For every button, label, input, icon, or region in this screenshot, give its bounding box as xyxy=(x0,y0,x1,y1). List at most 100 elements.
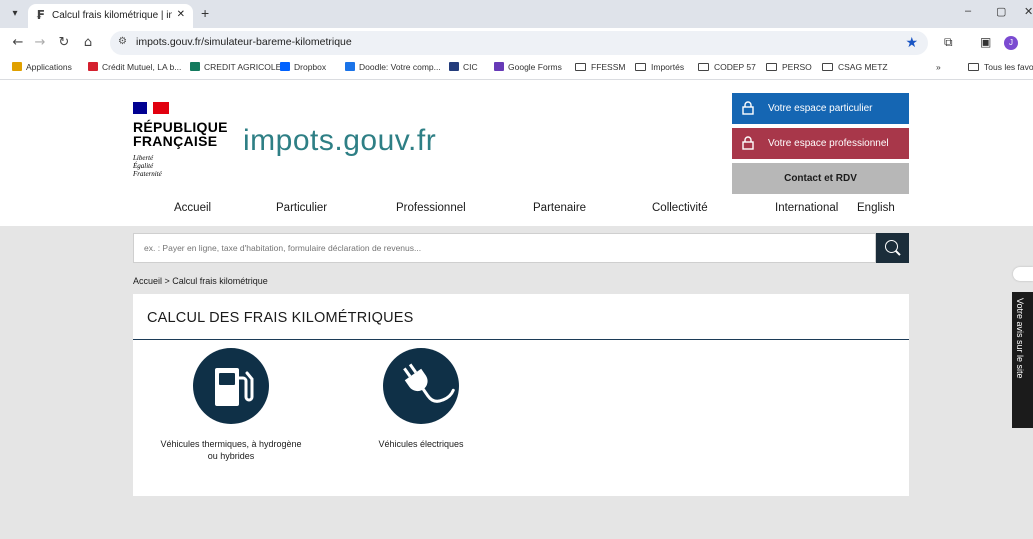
browser-tab-active[interactable]: ₣ Calcul frais kilométrique | impot ✕ xyxy=(28,4,193,28)
nav-english[interactable]: English xyxy=(857,202,895,214)
bookmark-item[interactable]: » xyxy=(936,62,941,72)
site-search xyxy=(133,233,909,263)
bookmark-label: CREDIT AGRICOLE xyxy=(204,62,282,72)
side-panel-icon[interactable]: ▣ xyxy=(980,35,991,49)
espace-particulier-button[interactable]: Votre espace particulier xyxy=(732,93,909,124)
bookmark-item[interactable]: CREDIT AGRICOLE xyxy=(190,62,281,72)
bookmark-label: Crédit Mutuel, LA b... xyxy=(102,62,182,72)
search-button[interactable] xyxy=(876,233,909,263)
lock-icon xyxy=(742,136,754,150)
folder-icon xyxy=(635,63,646,71)
bookmark-label: Doodle: Votre comp... xyxy=(359,62,441,72)
tab-title: Calcul frais kilométrique | impot xyxy=(52,10,172,21)
nav-international[interactable]: International xyxy=(775,202,838,214)
espace-particulier-label: Votre espace particulier xyxy=(768,103,873,114)
motto-liberte: Liberté xyxy=(133,154,154,162)
breadcrumb[interactable]: Accueil > Calcul frais kilométrique xyxy=(133,276,268,286)
bookmark-label: CODEP 57 xyxy=(714,62,756,72)
search-input[interactable] xyxy=(133,233,876,263)
bookmark-item[interactable]: Crédit Mutuel, LA b... xyxy=(88,62,181,72)
window-close-button[interactable]: ✕ xyxy=(1024,5,1033,18)
tab-close-icon[interactable]: ✕ xyxy=(177,9,185,20)
title-divider xyxy=(133,339,909,340)
folder-icon xyxy=(968,63,979,71)
bookmark-label: Tous les favoris xyxy=(984,62,1033,72)
bookmarks-bar: Applications Crédit Mutuel, LA b... CREDIT… xyxy=(0,58,1033,80)
bookmark-item[interactable]: Google Forms xyxy=(494,62,562,72)
bookmark-item[interactable]: PERSO xyxy=(766,62,812,72)
page-content: RÉPUBLIQUE FRANÇAISE Liberté Égalité Fra… xyxy=(0,80,1033,539)
folder-icon xyxy=(698,63,709,71)
address-bar[interactable]: ⚙ impots.gouv.fr/simulateur-bareme-kilom… xyxy=(110,31,928,55)
home-icon[interactable]: ⌂ xyxy=(80,35,96,50)
address-url[interactable]: impots.gouv.fr/simulateur-bareme-kilomet… xyxy=(136,36,352,48)
vehicule-thermique-label: Véhicules thermiques, à hydrogène ou hyb… xyxy=(133,438,329,462)
forward-arrow-icon[interactable]: → xyxy=(32,35,48,50)
site-header: RÉPUBLIQUE FRANÇAISE Liberté Égalité Fra… xyxy=(0,80,1033,226)
bookmark-item[interactable]: Importés xyxy=(635,62,684,72)
french-flag-logo xyxy=(133,102,169,114)
folder-icon xyxy=(766,63,777,71)
window-minimize-button[interactable]: – xyxy=(965,5,971,17)
extensions-icon[interactable]: ⧉ xyxy=(944,35,953,50)
bookmark-item[interactable]: Tous les favoris xyxy=(968,62,1033,72)
bookmark-item[interactable]: Doodle: Votre comp... xyxy=(345,62,441,72)
vehicule-thermique-line1: Véhicules thermiques, à hydrogène xyxy=(160,439,302,449)
republic-motto: Liberté Égalité Fraternité xyxy=(133,154,162,178)
impots-gouv-logo[interactable]: impots.gouv.fr xyxy=(243,124,436,158)
contact-rdv-button[interactable]: Contact et RDV xyxy=(732,163,909,194)
bookmark-label: CIC xyxy=(463,62,478,72)
bookmark-label: Dropbox xyxy=(294,62,327,72)
bookmark-favicon-icon xyxy=(449,62,459,71)
feedback-tab[interactable]: Votre avis sur le site xyxy=(1012,292,1033,428)
bookmark-item[interactable]: Applications xyxy=(12,62,72,72)
bookmark-favicon-icon xyxy=(345,62,355,71)
bookmark-item[interactable]: CODEP 57 xyxy=(698,62,756,72)
vehicule-electrique-label: Véhicules électriques xyxy=(378,439,464,449)
browser-toolbar: ← → ↻ ⌂ ⚙ impots.gouv.fr/simulateur-bare… xyxy=(0,28,1033,58)
bookmark-label: Google Forms xyxy=(508,62,562,72)
nav-accueil[interactable]: Accueil xyxy=(174,202,211,214)
bookmark-item[interactable]: FFESSM xyxy=(575,62,625,72)
folder-icon xyxy=(575,63,586,71)
reload-icon[interactable]: ↻ xyxy=(56,35,72,50)
profile-avatar[interactable]: J xyxy=(1004,36,1018,50)
bookmark-label: » xyxy=(936,62,941,72)
nav-professionnel[interactable]: Professionnel xyxy=(396,202,466,214)
vehicule-thermique-option[interactable]: Véhicules thermiques, à hydrogène ou hyb… xyxy=(133,348,329,478)
bookmark-label: PERSO xyxy=(782,62,812,72)
nav-collectivite[interactable]: Collectivité xyxy=(652,202,708,214)
folder-icon xyxy=(822,63,833,71)
bookmark-star-icon[interactable]: ★ xyxy=(905,34,918,51)
feedback-label: Votre avis sur le site xyxy=(1015,298,1025,379)
espace-professionnel-button[interactable]: Votre espace professionnel xyxy=(732,128,909,159)
espace-professionnel-label: Votre espace professionnel xyxy=(768,138,889,149)
bookmark-favicon-icon xyxy=(88,62,98,71)
bookmark-favicon-icon xyxy=(494,62,504,71)
republique-francaise-logo[interactable]: RÉPUBLIQUE FRANÇAISE xyxy=(133,120,228,148)
bookmark-label: CSAG METZ xyxy=(838,62,888,72)
window-maximize-button[interactable]: ▢ xyxy=(996,5,1006,18)
site-info-icon[interactable]: ⚙ xyxy=(118,36,127,47)
vehicule-thermique-line2: ou hybrides xyxy=(207,451,255,461)
lock-icon xyxy=(742,101,754,115)
favicon-icon: ₣ xyxy=(36,8,45,22)
calcul-panel: CALCUL DES FRAIS KILOMÉTRIQUES Véhicules… xyxy=(133,294,909,496)
bookmark-label: Importés xyxy=(651,62,685,72)
motto-fraternite: Fraternité xyxy=(133,170,162,178)
new-tab-button[interactable]: + xyxy=(201,5,209,21)
chat-bubble-icon[interactable] xyxy=(1013,267,1033,281)
bookmark-favicon-icon xyxy=(12,62,22,71)
fuel-pump-icon xyxy=(193,348,269,424)
bookmark-item[interactable]: Dropbox xyxy=(280,62,326,72)
bookmark-favicon-icon xyxy=(280,62,290,71)
tab-search-menu-icon[interactable]: ▾ xyxy=(6,5,24,23)
bookmark-item[interactable]: CSAG METZ xyxy=(822,62,888,72)
bookmark-item[interactable]: CIC xyxy=(449,62,478,72)
back-arrow-icon[interactable]: ← xyxy=(10,35,26,50)
nav-particulier[interactable]: Particulier xyxy=(276,202,327,214)
browser-tab-bar: ▾ ₣ Calcul frais kilométrique | impot ✕ … xyxy=(0,0,1033,28)
vehicule-electrique-option[interactable]: Véhicules électriques xyxy=(365,348,477,478)
nav-partenaire[interactable]: Partenaire xyxy=(533,202,586,214)
motto-egalite: Égalité xyxy=(133,162,154,170)
